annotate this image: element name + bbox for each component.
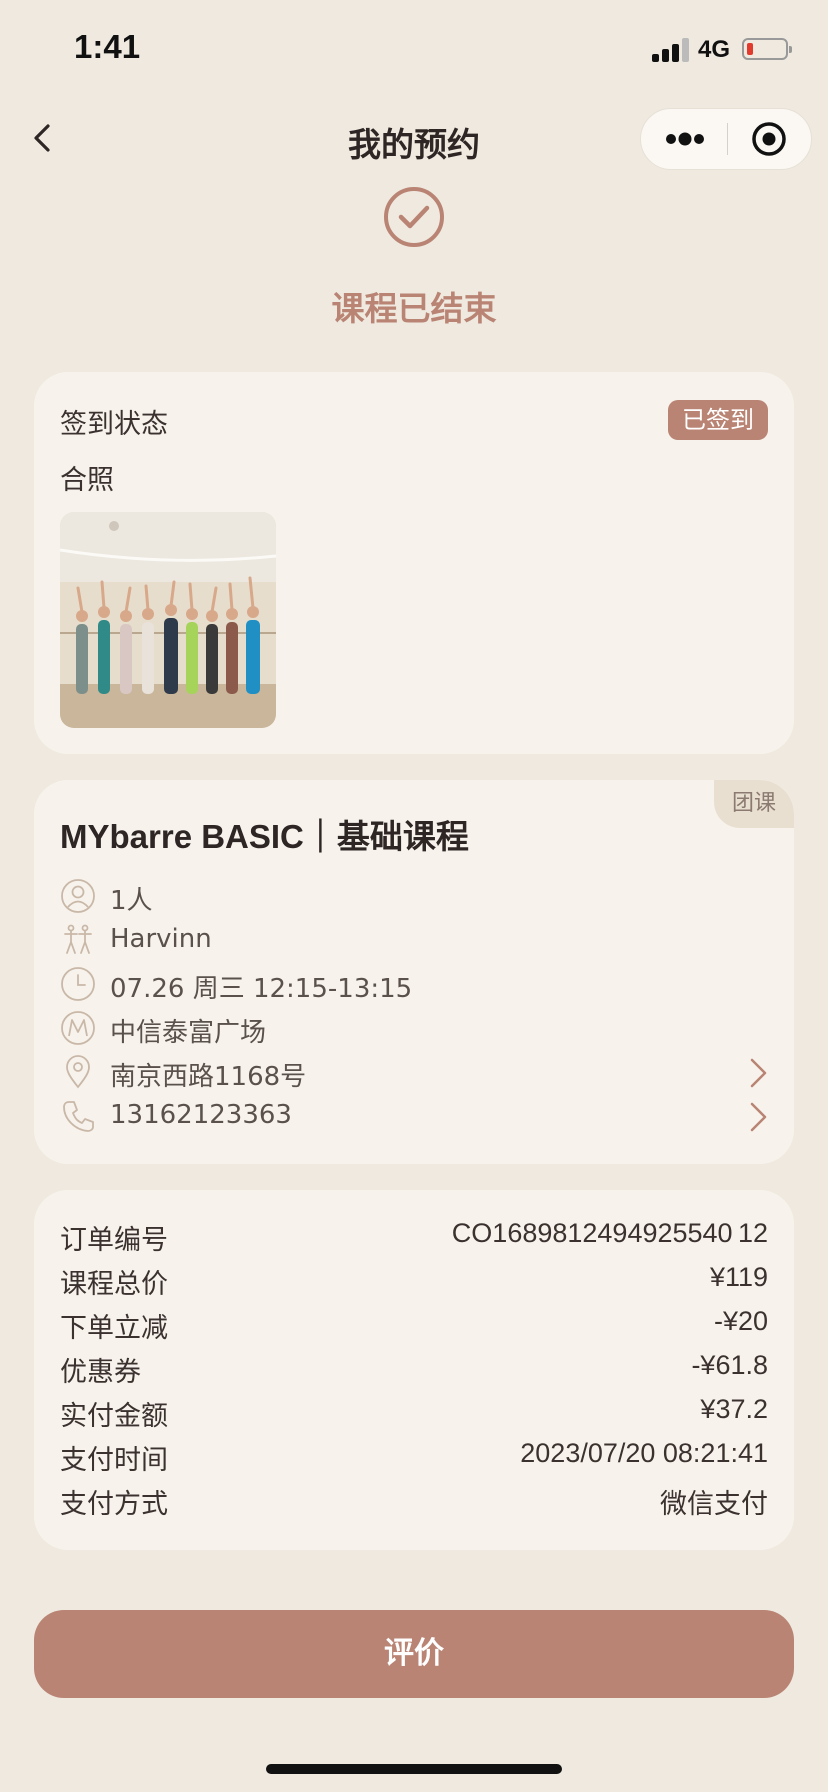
target-icon [752,122,786,156]
order-row: 实付金额 ¥37.2 [60,1394,768,1434]
close-miniprogram-button[interactable] [727,109,813,169]
order-label: 课程总价 [60,1269,168,1300]
group-photo[interactable] [60,512,276,728]
order-label: 支付方式 [60,1489,168,1520]
network-type: 4G [698,36,731,63]
clock-icon [61,967,95,1001]
venue-address: 南京西路1168号 [110,1062,307,1092]
group-class-tag: 团课 [714,780,794,828]
order-label: 支付时间 [60,1445,168,1476]
check-circle-icon [383,186,445,248]
order-row: 支付方式 微信支付 [60,1482,768,1522]
checkin-card: 签到状态 已签到 合照 [34,372,794,754]
page: 1:41 4G 我的预约 课程已结束 签到状态 已签到 合照 团课 MYbarr… [0,0,828,1792]
order-row: 下单立减 -¥20 [60,1306,768,1346]
venue-row: 中信泰富广场 [60,1008,770,1048]
chevron-right-icon [750,1058,767,1088]
order-value: ¥37.2 [700,1394,768,1424]
venue-name: 中信泰富广场 [110,1018,267,1048]
location-pin-icon [66,1055,90,1089]
order-value: -¥20 [713,1306,768,1336]
person-icon [61,879,95,913]
people-row: 1人 [60,876,770,916]
order-row: 订单编号 CO1689812494925540 12 [60,1218,768,1258]
phone-icon [63,1101,94,1132]
order-value: 微信支付 [660,1489,768,1519]
back-button[interactable] [24,118,64,158]
status-time: 1:41 [74,28,141,65]
order-row: 优惠券 -¥61.8 [60,1350,768,1390]
status-bar: 1:41 4G [0,0,828,100]
more-button[interactable] [641,109,727,169]
chevron-right-icon [750,1102,767,1132]
order-value: 2023/07/20 08:21:41 [520,1438,768,1468]
order-value: -¥61.8 [691,1350,768,1380]
order-value: ¥119 [709,1262,768,1292]
more-dots-icon [666,132,704,146]
phone-number: 13162123363 [110,1100,292,1130]
course-name: MYbarre BASIC｜基础课程 [60,818,469,855]
chevron-left-icon [34,124,50,152]
order-value: CO1689812494925540 12 [451,1218,768,1248]
review-button[interactable]: 评价 [34,1610,794,1698]
order-row: 课程总价 ¥119 [60,1262,768,1302]
coach-row: Harvinn [60,920,770,960]
class-time: 07.26 周三 12:15-13:15 [110,974,413,1004]
battery-icon [742,38,792,60]
signal-icon [652,38,690,62]
phone-row[interactable]: 13162123363 [60,1096,770,1136]
order-label: 实付金额 [60,1401,168,1432]
address-row[interactable]: 南京西路1168号 [60,1052,770,1092]
people-count: 1人 [110,886,153,916]
course-card: 团课 MYbarre BASIC｜基础课程 1人 Harvinn 07.26 周… [34,780,794,1164]
coach-name: Harvinn [110,924,212,954]
checkin-status-label: 签到状态 [60,409,168,440]
order-label: 优惠券 [60,1357,141,1388]
order-label: 订单编号 [60,1225,168,1256]
home-indicator[interactable] [266,1764,562,1774]
order-row: 支付时间 2023/07/20 08:21:41 [60,1438,768,1478]
order-card: 订单编号 CO1689812494925540 12 课程总价 ¥119 下单立… [34,1190,794,1550]
miniprogram-capsule [640,108,812,170]
checked-in-badge: 已签到 [668,400,768,440]
group-photo-label: 合照 [60,465,114,496]
course-status: 课程已结束 [331,289,497,328]
dancers-icon [64,924,92,954]
venue-logo-icon [61,1011,95,1045]
time-row: 07.26 周三 12:15-13:15 [60,964,770,1004]
order-label: 下单立减 [60,1313,168,1344]
